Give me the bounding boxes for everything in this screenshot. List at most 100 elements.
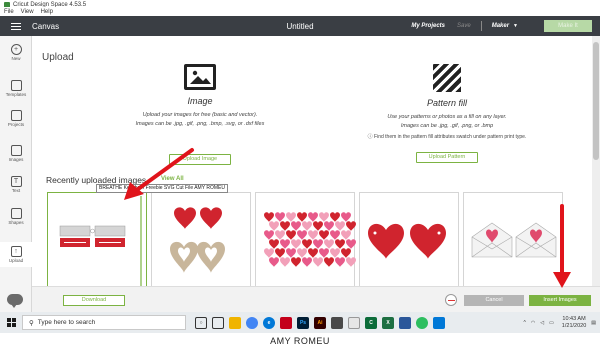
pattern-heart: [286, 248, 296, 258]
pattern-heart: [324, 257, 334, 267]
machine-selector[interactable]: Maker: [492, 23, 509, 29]
edge-icon[interactable]: e: [263, 316, 275, 329]
my-projects-link[interactable]: My Projects: [411, 23, 445, 29]
remove-icon[interactable]: [445, 294, 457, 306]
upload-thumbnail-heart-pattern[interactable]: [255, 192, 356, 288]
pattern-heart: [269, 239, 279, 249]
taskbar-search[interactable]: ⚲ Type here to search: [22, 315, 186, 330]
menu-view[interactable]: View: [21, 9, 34, 15]
hamburger-menu-icon[interactable]: [0, 16, 32, 36]
pattern-heart: [291, 257, 301, 267]
image-icon: [184, 64, 216, 90]
shirt-icon: [10, 80, 22, 91]
pattern-upload-section: Pattern fill Use your patterns or photos…: [327, 64, 567, 163]
pattern-heart: [297, 248, 307, 258]
vertical-scrollbar[interactable]: [592, 36, 600, 286]
excel-icon[interactable]: X: [382, 316, 394, 329]
upload-image-button[interactable]: Upload Image: [169, 154, 231, 165]
pattern-heart: [313, 239, 323, 249]
pattern-heart: [308, 212, 318, 222]
header-divider: [480, 21, 482, 31]
chevron-down-icon[interactable]: ▼: [513, 23, 518, 29]
app-icon-light[interactable]: [348, 316, 360, 329]
task-view-windows-icon[interactable]: [212, 316, 224, 329]
sidebar-item-images[interactable]: Images: [0, 145, 32, 162]
shapes-icon: [10, 208, 22, 219]
pattern-heart: [308, 230, 318, 240]
pattern-section-desc: Use your patterns or photos as a fill on…: [327, 113, 567, 131]
illustrator-icon[interactable]: Ai: [314, 316, 326, 329]
taskbar-clock[interactable]: 10:43 AM 1/21/2020: [562, 316, 586, 330]
pattern-heart: [275, 212, 285, 222]
pattern-heart: [335, 221, 345, 231]
projects-icon: [10, 110, 22, 121]
upload-panel: Upload Image Upload your images for free…: [32, 36, 592, 288]
task-view-icon[interactable]: ○: [195, 316, 207, 329]
app-icon-red[interactable]: [280, 316, 292, 329]
pattern-heart: [302, 239, 312, 249]
pattern-heart: [275, 248, 285, 258]
pattern-heart: [335, 257, 345, 267]
sidebar-item-label: Shapes: [8, 220, 24, 225]
cricut-icon[interactable]: C: [365, 316, 377, 329]
app-icon-gray[interactable]: [331, 316, 343, 329]
windows-start-icon[interactable]: [0, 312, 22, 333]
sidebar-item-label: Images: [8, 157, 24, 162]
pattern-icon: [433, 64, 461, 92]
pattern-heart: [319, 230, 329, 240]
upload-thumbnail-hearts-tan[interactable]: [151, 192, 251, 288]
pattern-heart: [330, 212, 340, 222]
sidebar-item-projects[interactable]: Projects: [0, 110, 32, 127]
pattern-heart: [291, 221, 301, 231]
chevron-up-icon[interactable]: ^: [523, 320, 525, 326]
pattern-heart: [330, 230, 340, 240]
upload-thumbnail-envelopes[interactable]: [463, 192, 563, 288]
page-title: Upload: [42, 52, 74, 63]
view-all-link[interactable]: View All: [161, 176, 184, 182]
wifi-icon[interactable]: ◠: [531, 320, 535, 326]
sidebar-item-label: Upload: [8, 258, 24, 263]
save-button[interactable]: Save: [457, 23, 471, 29]
volume-icon[interactable]: ◁: [540, 320, 544, 326]
evernote-icon[interactable]: [416, 316, 428, 329]
insert-images-button[interactable]: Insert Images: [529, 295, 591, 306]
battery-icon[interactable]: ▭: [549, 320, 554, 326]
file-explorer-icon[interactable]: [229, 316, 241, 329]
pattern-heart: [280, 257, 290, 267]
sidebar-item-label: New: [11, 56, 21, 61]
app-icon-blue[interactable]: [433, 316, 445, 329]
pattern-heart: [297, 212, 307, 222]
chat-icon[interactable]: [7, 294, 23, 308]
notification-icon[interactable]: ▤: [591, 320, 596, 326]
upload-cloud-icon: ↑: [10, 246, 22, 257]
make-it-button[interactable]: Make It: [544, 20, 592, 32]
image-icon: [10, 145, 22, 156]
chrome-icon[interactable]: [246, 316, 258, 329]
photoshop-icon[interactable]: Ps: [297, 316, 309, 329]
upload-pattern-button[interactable]: Upload Pattern: [416, 152, 478, 163]
cancel-button[interactable]: Cancel: [464, 295, 524, 306]
upload-thumbnail-keychain[interactable]: [47, 192, 147, 288]
pattern-heart: [302, 257, 312, 267]
upload-thumbnail-two-hearts[interactable]: [359, 192, 459, 288]
pattern-heart: [280, 221, 290, 231]
sidebar-item-shapes[interactable]: Shapes: [0, 208, 32, 225]
sidebar-item-upload[interactable]: ↑ Upload: [0, 242, 32, 267]
word-icon[interactable]: [399, 316, 411, 329]
pattern-desc-line2: Images can be .jpg, .gif, .png, or .bmp: [400, 123, 494, 129]
taskbar-search-placeholder: Type here to search: [37, 319, 96, 326]
pattern-heart: [308, 248, 318, 258]
scrollbar-thumb[interactable]: [593, 42, 599, 160]
clock-time: 10:43 AM: [562, 315, 586, 322]
sidebar-item-text[interactable]: T Text: [0, 176, 32, 193]
sidebar-item-new[interactable]: + New: [0, 44, 32, 61]
pattern-heart: [269, 257, 279, 267]
sidebar-item-label: Text: [11, 188, 21, 193]
pattern-heart: [286, 230, 296, 240]
pattern-section-title: Pattern fill: [426, 98, 468, 108]
menu-help[interactable]: Help: [41, 9, 53, 15]
menu-file[interactable]: File: [4, 9, 14, 15]
download-button[interactable]: Download: [63, 295, 125, 306]
sidebar-item-templates[interactable]: Templates: [0, 80, 32, 97]
canvas-label: Canvas: [32, 21, 60, 31]
